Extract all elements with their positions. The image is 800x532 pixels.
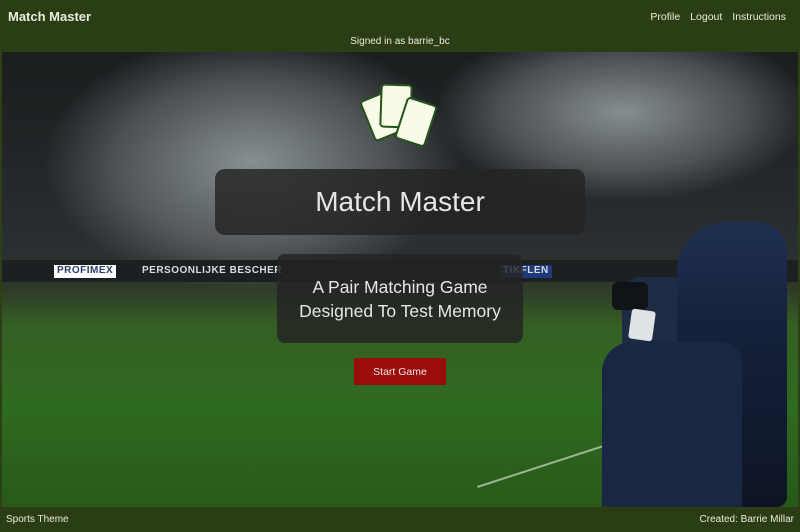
subtitle-panel: A Pair Matching Game Designed To Test Me… bbox=[277, 254, 523, 343]
game-subtitle: A Pair Matching Game Designed To Test Me… bbox=[299, 276, 501, 321]
signed-in-status: Signed in as barrie_bc bbox=[350, 36, 450, 47]
ad-text: PROFIMEX bbox=[54, 265, 117, 278]
start-game-button[interactable]: Start Game bbox=[354, 358, 446, 385]
nav-links: Profile Logout Instructions bbox=[650, 11, 786, 23]
nav-profile-link[interactable]: Profile bbox=[650, 11, 680, 23]
camera-cover bbox=[602, 342, 742, 507]
camera-tag bbox=[628, 308, 656, 342]
nav-instructions-link[interactable]: Instructions bbox=[732, 11, 786, 23]
camera-lens bbox=[612, 282, 648, 310]
brand-title[interactable]: Match Master bbox=[8, 9, 91, 24]
top-navbar: Match Master Profile Logout Instructions… bbox=[0, 0, 800, 52]
cameraman-figure bbox=[582, 222, 798, 507]
credit-label: Created: Barrie Millar bbox=[699, 514, 794, 525]
footer-bar: Sports Theme Created: Barrie Millar bbox=[0, 507, 800, 532]
nav-logout-link[interactable]: Logout bbox=[690, 11, 722, 23]
title-panel: Match Master bbox=[215, 169, 585, 235]
ad-text: PERSOONLIJKE BESCHER bbox=[142, 265, 283, 276]
theme-label: Sports Theme bbox=[6, 514, 69, 525]
cards-icon bbox=[358, 82, 440, 154]
game-title: Match Master bbox=[315, 186, 485, 217]
